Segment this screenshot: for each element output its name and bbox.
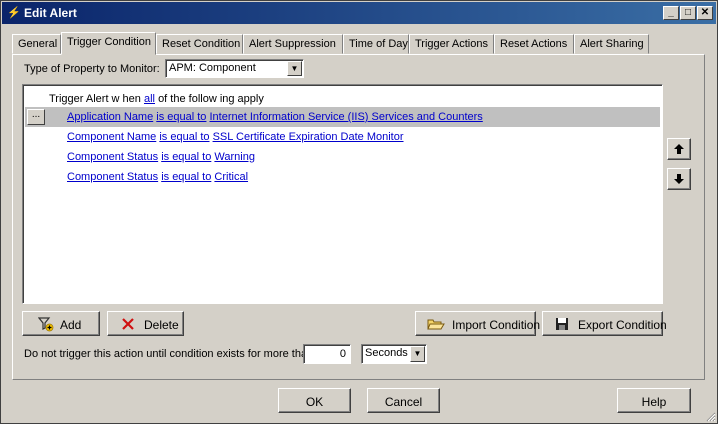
app-icon: ⚡ [7,7,21,19]
delete-condition-button[interactable]: Delete [107,311,184,336]
dropdown-arrow-icon[interactable]: ▼ [410,346,425,362]
import-condition-button[interactable]: Import Condition [415,311,540,336]
delay-value-input[interactable]: 0 [303,344,351,364]
condition-row[interactable]: Component Name is equal to SSL Certifica… [25,127,660,147]
condition-operator[interactable]: is equal to [159,131,209,143]
floppy-disk-icon [556,318,568,330]
condition-value[interactable]: Critical [214,171,248,183]
folder-open-icon [427,319,445,330]
property-type-label: Type of Property to Monitor: [24,63,160,75]
tab-time-of-day[interactable]: Time of Day [343,34,409,54]
condition-row[interactable]: Component Status is equal to Critical [25,167,660,187]
condition-operator[interactable]: is equal to [156,111,206,123]
ok-button[interactable]: OK [278,388,351,413]
condition-row[interactable]: ... Application Name is equal to Interne… [25,107,660,127]
condition-row[interactable]: Component Status is equal to Warning [25,147,660,167]
condition-match-mode-link[interactable]: all [144,93,155,105]
condition-value[interactable]: Warning [214,151,255,163]
add-condition-button[interactable]: Add [22,311,100,336]
condition-value[interactable]: Internet Information Service (IIS) Servi… [210,111,483,123]
ok-button-label: OK [305,395,324,409]
tab-alert-sharing[interactable]: Alert Sharing [574,34,649,54]
arrow-up-icon [674,144,684,154]
add-button-label: Add [60,318,82,332]
tab-trigger-actions[interactable]: Trigger Actions [409,34,494,54]
filter-add-icon [38,317,54,332]
window-title: Edit Alert [24,6,77,20]
condition-field[interactable]: Component Status [67,171,158,183]
condition-value[interactable]: SSL Certificate Expiration Date Monitor [213,131,404,143]
tab-reset-condition[interactable]: Reset Condition [156,34,243,54]
condition-header: Trigger Alert w hen all of the follow in… [49,93,264,105]
minimize-button[interactable]: _ [663,6,679,20]
help-button[interactable]: Help [617,388,691,413]
cancel-button[interactable]: Cancel [367,388,440,413]
move-down-button[interactable] [667,168,691,190]
tab-trigger-condition[interactable]: Trigger Condition [61,32,156,55]
tab-reset-actions[interactable]: Reset Actions [494,34,574,54]
delete-button-label: Delete [144,318,179,332]
move-up-button[interactable] [667,138,691,160]
condition-list: Trigger Alert w hen all of the follow in… [22,84,663,304]
property-type-value: APM: Component [169,62,256,74]
export-condition-button[interactable]: Export Condition [542,311,667,336]
condition-header-suffix: of the follow ing apply [158,93,264,105]
delay-unit-value: Seconds [365,347,408,359]
condition-header-prefix: Trigger Alert w hen [49,93,141,105]
export-button-label: Export Condition [578,318,667,332]
cancel-button-label: Cancel [384,395,423,409]
resize-grip-icon[interactable] [704,410,716,422]
condition-field[interactable]: Application Name [67,111,153,123]
row-options-button[interactable]: ... [27,109,45,125]
help-button-label: Help [641,395,667,409]
condition-field[interactable]: Component Status [67,151,158,163]
title-bar[interactable]: ⚡ Edit Alert _ □ ✕ [2,2,716,24]
condition-operator[interactable]: is equal to [161,171,211,183]
delay-label: Do not trigger this action until conditi… [24,348,314,360]
property-type-select[interactable]: APM: Component ▼ [165,59,304,78]
condition-field[interactable]: Component Name [67,131,156,143]
dropdown-arrow-icon[interactable]: ▼ [287,61,302,76]
maximize-button[interactable]: □ [680,6,696,20]
arrow-down-icon [674,174,684,184]
delete-x-icon [122,318,134,330]
tab-alert-suppression[interactable]: Alert Suppression [243,34,343,54]
delay-unit-select[interactable]: Seconds ▼ [361,344,427,364]
close-button[interactable]: ✕ [697,6,713,20]
condition-operator[interactable]: is equal to [161,151,211,163]
import-button-label: Import Condition [452,318,541,332]
tab-general[interactable]: General [12,34,61,54]
